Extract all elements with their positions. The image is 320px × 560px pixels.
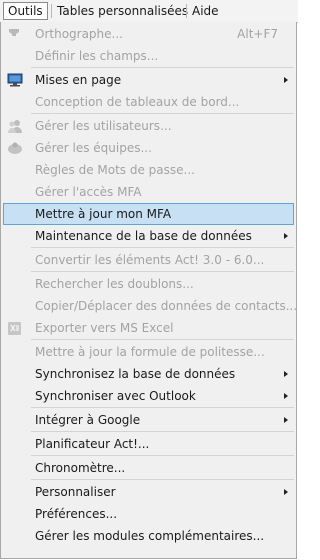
menubar-separator [186,4,187,18]
menu-item-label: Orthographe... [35,27,123,41]
menu-item-label: Rechercher les doublons... [35,277,194,291]
menu-item-label: Préférences... [35,507,118,521]
menu-separator [31,431,294,432]
menu-item-exporter-excel[interactable]: Exporter vers MS Excel [1,317,296,339]
menu-separator [31,67,294,68]
submenu-arrow-icon [284,393,288,399]
menu-item-gerer-equipes[interactable]: Gérer les équipes... [1,137,296,159]
users-icon [8,120,22,133]
teams-icon [8,142,22,154]
menu-item-convertir-elements[interactable]: Convertir les éléments Act! 3.0 - 6.0... [1,249,296,271]
menu-separator [31,113,294,114]
menu-item-label: Mettre à jour la formule de politesse... [35,345,265,359]
menu-separator [31,247,294,248]
menu-item-synchroniser-outlook[interactable]: Synchroniser avec Outlook [1,385,296,407]
menu-item-label: Convertir les éléments Act! 3.0 - 6.0... [35,253,265,267]
menu-item-regles-mots-passe[interactable]: Règles de Mots de passe... [1,159,296,181]
menu-separator [31,271,294,272]
menu-item-conception-tableaux[interactable]: Conception de tableaux de bord... [1,91,296,113]
menu-item-maintenance-bdd[interactable]: Maintenance de la base de données [1,225,296,247]
excel-icon [8,322,21,335]
menu-item-personnaliser[interactable]: Personnaliser [1,481,296,503]
menu-item-mises-en-page[interactable]: Mises en page [1,69,296,91]
menu-item-preferences[interactable]: Préférences... [1,503,296,525]
menu-item-label: Gérer l'accès MFA [35,185,142,199]
menu-item-copier-deplacer[interactable]: Copier/Déplacer des données de contacts.… [1,295,298,317]
submenu-arrow-icon [284,489,288,495]
menu-item-label: Synchroniser avec Outlook [35,389,196,403]
menu-item-mettre-a-jour-politesse[interactable]: Mettre à jour la formule de politesse... [1,341,296,363]
menu-item-mettre-a-jour-mfa[interactable]: Mettre à jour mon MFA [1,203,296,225]
outils-dropdown-menu: Orthographe... Alt+F7 Définir les champs… [0,22,297,559]
submenu-arrow-icon [284,371,288,377]
menu-item-label: Mises en page [35,73,122,87]
menubar-aide[interactable]: Aide [188,2,223,20]
monitor-icon [7,73,23,87]
menu-item-label: Copier/Déplacer des données de contacts.… [35,299,298,313]
menu-item-gerer-acces-mfa[interactable]: Gérer l'accès MFA [1,181,296,203]
menu-item-label: Exporter vers MS Excel [35,321,174,335]
menu-item-label: Gérer les équipes... [35,141,152,155]
menu-separator [31,339,294,340]
spellcheck-icon [9,29,19,36]
menu-item-orthographe[interactable]: Orthographe... Alt+F7 [1,23,296,45]
menu-item-chronometre[interactable]: Chronomètre... [1,457,296,479]
menu-item-label: Synchronisez la base de données [35,367,236,381]
menu-item-label: Gérer les utilisateurs... [35,119,172,133]
menu-item-rechercher-doublons[interactable]: Rechercher les doublons... [1,273,296,295]
submenu-arrow-icon [284,233,288,239]
menu-item-planificateur[interactable]: Planificateur Act!... [1,433,296,455]
menu-item-definir-champs[interactable]: Définir les champs... [1,45,296,67]
menu-item-label: Règles de Mots de passe... [35,163,195,177]
menu-item-label: Planificateur Act!... [35,437,150,451]
menu-bar: Outils Tables personnalisées Aide [0,0,298,23]
submenu-arrow-icon [284,417,288,423]
menu-item-label: Mettre à jour mon MFA [35,207,172,221]
menubar-tables-personnalisees[interactable]: Tables personnalisées [53,2,192,20]
menu-separator [31,455,294,456]
menu-item-label: Personnaliser [35,485,116,499]
menu-item-label: Définir les champs... [35,49,159,63]
menu-separator [31,407,294,408]
menu-item-label: Conception de tableaux de bord... [35,95,240,109]
menu-item-shortcut: Alt+F7 [237,27,278,41]
menu-item-label: Intégrer à Google [35,413,141,427]
menu-item-label: Maintenance de la base de données [35,229,252,243]
menubar-separator [51,4,52,18]
menu-item-synchroniser-bdd[interactable]: Synchronisez la base de données [1,363,296,385]
menu-item-gerer-modules[interactable]: Gérer les modules complémentaires... [1,525,296,547]
menu-item-label: Chronomètre... [35,461,126,475]
submenu-arrow-icon [284,77,288,83]
menu-item-gerer-utilisateurs[interactable]: Gérer les utilisateurs... [1,115,296,137]
menu-separator [31,479,294,480]
menubar-outils[interactable]: Outils [3,2,48,20]
menu-item-integrer-google[interactable]: Intégrer à Google [1,409,296,431]
menu-item-label: Gérer les modules complémentaires... [35,529,265,543]
